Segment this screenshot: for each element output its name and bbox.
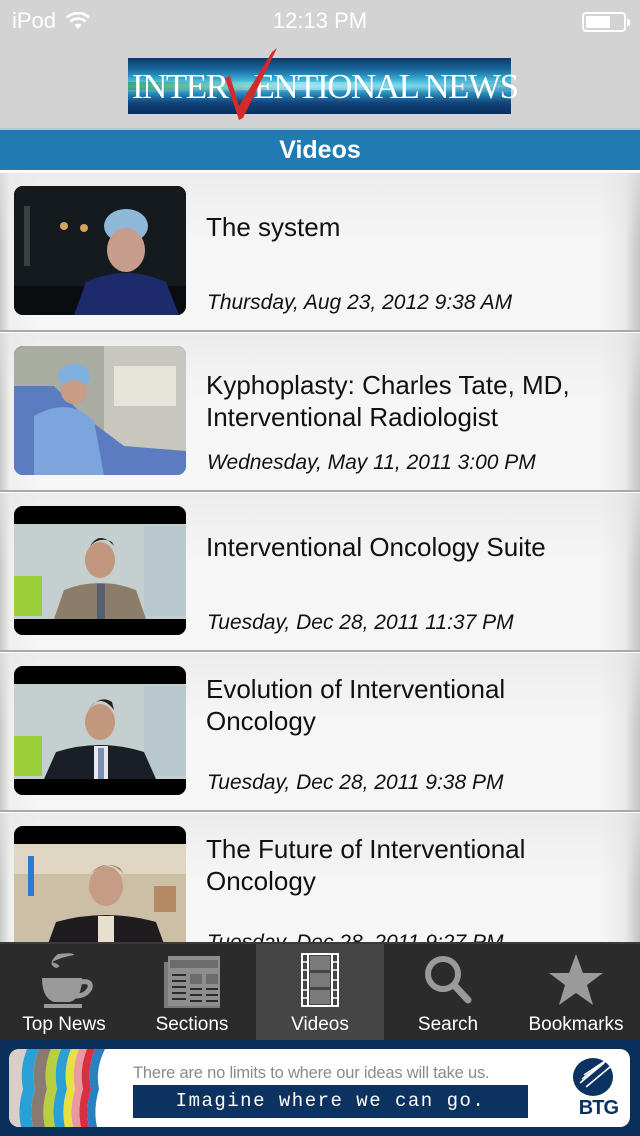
tab-videos[interactable]: Videos [256,944,384,1040]
video-list-item[interactable]: The system Thursday, Aug 23, 2012 9:38 A… [0,172,640,332]
status-bar: iPod 12:13 PM [0,0,640,40]
interventional-news-logo[interactable]: INTER ENTIONAL NEWS [128,48,519,120]
star-icon [549,954,603,1005]
tab-bar: Top News Sections Videos Search Bookmark… [0,942,640,1040]
video-list[interactable]: The system Thursday, Aug 23, 2012 9:38 A… [0,172,640,942]
tab-sections[interactable]: Sections [128,944,256,1040]
video-list-item[interactable]: Evolution of Interventional Oncology Tue… [0,652,640,812]
section-header: Videos [0,128,640,172]
battery-icon [582,12,630,32]
video-date: Thursday, Aug 23, 2012 9:38 AM [207,291,513,314]
video-title: Evolution of Interventional Oncology [206,674,506,736]
video-title: The Future of Interventional Oncology [206,834,526,896]
thumbnail-surgeon-operating [14,346,186,475]
video-list-item[interactable]: Kyphoplasty: Charles Tate, MD, Intervent… [0,332,640,492]
video-date: Tuesday, Dec 28, 2011 9:27 PM [207,931,504,942]
newspaper-icon [164,956,220,1008]
video-date: Tuesday, Dec 28, 2011 11:37 PM [207,611,514,634]
coffee-cup-icon [42,953,93,1008]
tab-label: Bookmarks [528,1014,624,1035]
ad-card[interactable]: There are no limits to where our ideas w… [9,1049,630,1127]
battery-tip [627,19,630,26]
thumbnail-man-in-lobby [14,826,186,942]
ad-stripes-graphic [9,1049,105,1127]
tab-label: Videos [291,1014,349,1035]
video-thumbnail [14,186,186,315]
video-date: Tuesday, Dec 28, 2011 9:38 PM [207,771,504,794]
video-date: Wednesday, May 11, 2011 3:00 PM [207,451,536,474]
video-thumbnail [14,346,186,475]
film-strip-icon [301,953,339,1007]
video-thumbnail [14,506,186,635]
video-thumbnail [14,666,186,795]
ad-banner[interactable]: There are no limits to where our ideas w… [0,1040,640,1136]
tab-label: Top News [22,1014,106,1035]
video-list-item[interactable]: The Future of Interventional Oncology Tu… [0,812,640,942]
app-header: INTER ENTIONAL NEWS [0,40,640,128]
tab-bookmarks[interactable]: Bookmarks [512,944,640,1040]
logo-text: INTER ENTIONAL NEWS [132,67,519,106]
status-time: 12:13 PM [272,8,368,33]
ad-brand: BTG [578,1097,619,1119]
tab-top-news[interactable]: Top News [0,944,128,1040]
section-title: Videos [279,136,361,164]
thumbnail-surgeon-in-cap [14,186,186,315]
ad-cta[interactable]: Imagine where we can go. [133,1085,528,1118]
video-title: Kyphoplasty: Charles Tate, MD, Intervent… [206,370,570,432]
logo-text-right: ENTIONAL NEWS [253,67,520,106]
ad-tagline: There are no limits to where our ideas w… [133,1064,490,1082]
thumbnail-man-in-suit [14,666,186,795]
video-title: Interventional Oncology Suite [206,532,546,562]
tab-label: Sections [155,1014,229,1035]
tab-label: Search [417,1014,479,1035]
battery-level [586,16,610,28]
thumbnail-man-in-office [14,506,186,635]
video-list-item[interactable]: Interventional Oncology Suite Tuesday, D… [0,492,640,652]
logo-v-checkmark-icon [225,48,277,120]
logo-text-left: INTER [132,67,229,106]
video-thumbnail [14,826,186,942]
magnifier-icon [425,956,472,1004]
video-title: The system [206,212,341,242]
tab-search[interactable]: Search [384,944,512,1040]
